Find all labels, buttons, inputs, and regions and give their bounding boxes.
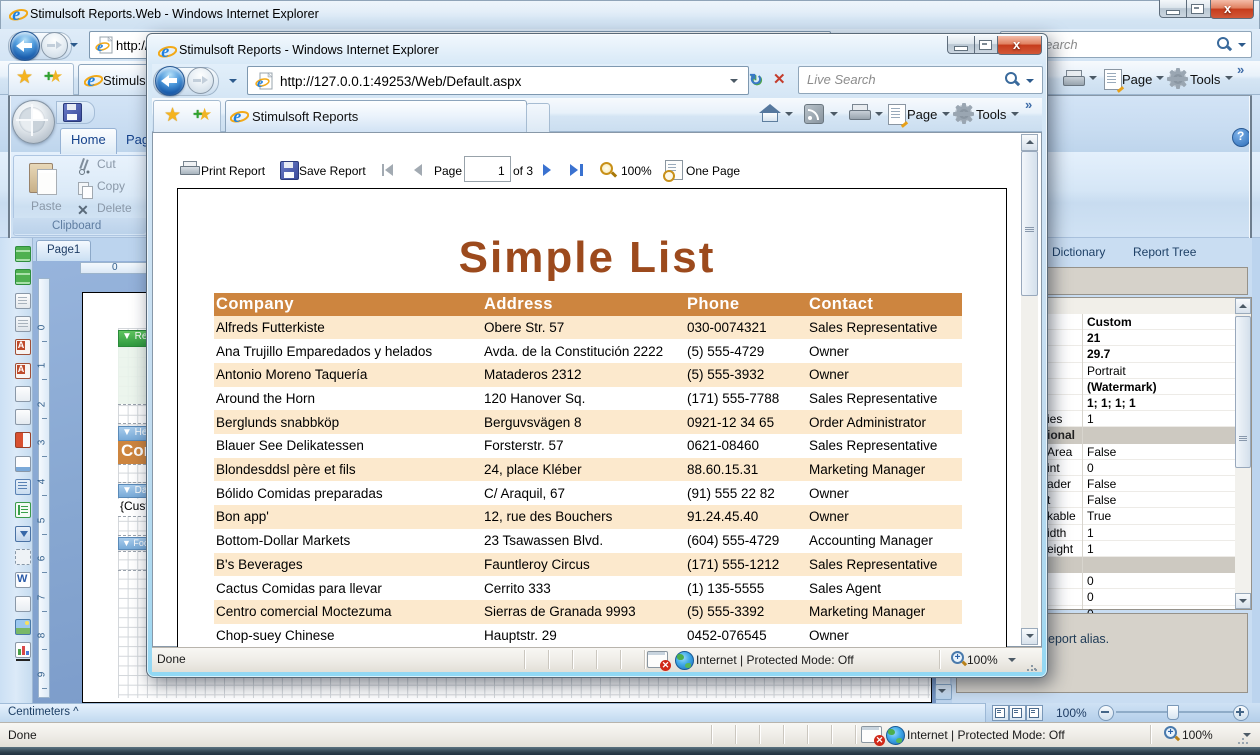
svg-text:e: e bbox=[12, 5, 20, 23]
svg-text:e: e bbox=[257, 76, 263, 91]
svg-text:e: e bbox=[233, 107, 241, 125]
svg-text:e: e bbox=[97, 40, 103, 55]
svg-text:e: e bbox=[87, 71, 95, 89]
svg-text:e: e bbox=[161, 42, 169, 60]
